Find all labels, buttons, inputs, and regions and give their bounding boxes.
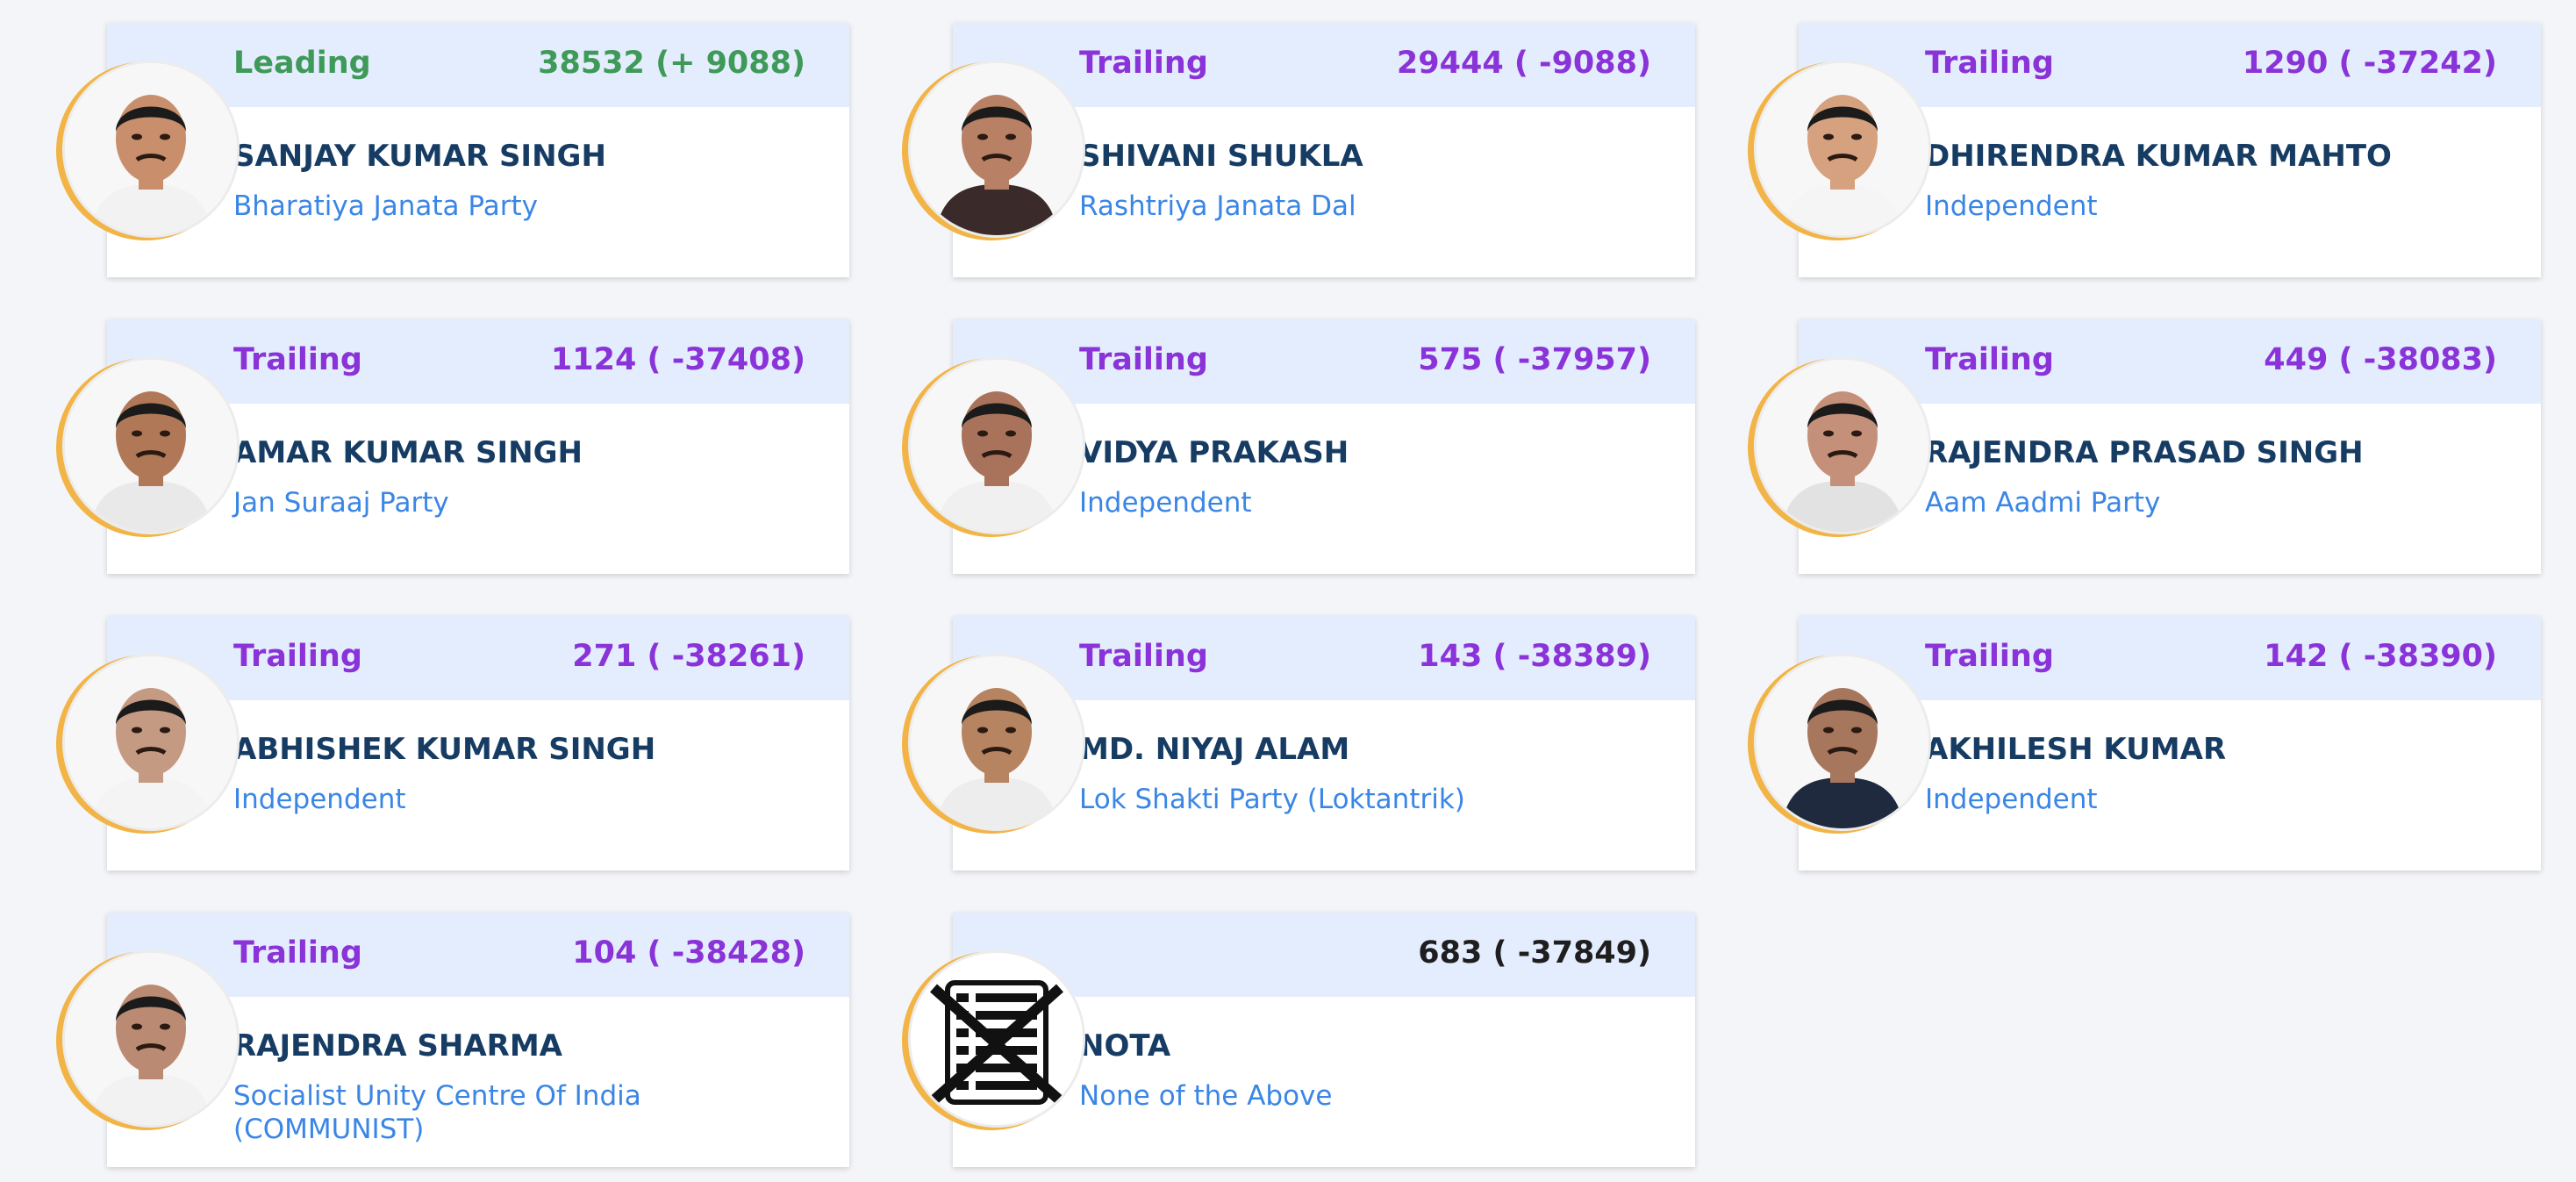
avatar xyxy=(56,358,240,542)
vote-count: 575 ( -37957) xyxy=(1418,342,1651,377)
status-label: Trailing xyxy=(233,935,362,971)
vote-count: 142 ( -38390) xyxy=(2264,639,2497,674)
avatar xyxy=(56,951,240,1135)
vote-count: 1290 ( -37242) xyxy=(2242,46,2497,81)
candidate-photo xyxy=(65,360,237,532)
party-name: None of the Above xyxy=(1079,1080,1333,1112)
vote-count: 1124 ( -37408) xyxy=(550,342,805,377)
candidate-photo xyxy=(1757,63,1928,235)
candidate-results-grid: Leading 38532 (+ 9088) SANJAY KUMAR SINGH B… xyxy=(0,0,2576,1182)
candidate-name: NOTA xyxy=(1079,1028,1171,1064)
candidate-photo xyxy=(65,656,237,828)
vote-count: 271 ( -38261) xyxy=(572,639,805,674)
candidate-card[interactable]: Leading 38532 (+ 9088) SANJAY KUMAR SINGH B… xyxy=(28,23,849,277)
candidate-photo xyxy=(65,953,237,1125)
vote-count: 104 ( -38428) xyxy=(572,935,805,971)
candidate-photo xyxy=(1757,360,1928,532)
avatar xyxy=(1748,358,1932,542)
vote-count: 449 ( -38083) xyxy=(2264,342,2497,377)
vote-count: 683 ( -37849) xyxy=(1418,935,1651,971)
candidate-card[interactable]: Trailing 104 ( -38428) RAJENDRA SHARMA Soci… xyxy=(28,913,849,1167)
candidate-name: AKHILESH KUMAR xyxy=(1925,732,2227,767)
avatar xyxy=(902,655,1086,839)
party-name: Bharatiya Janata Party xyxy=(233,190,538,222)
avatar xyxy=(1748,655,1932,839)
candidate-name: DHIRENDRA KUMAR MAHTO xyxy=(1925,139,2392,174)
status-label: Trailing xyxy=(1925,46,2054,81)
candidate-card[interactable]: Trailing 271 ( -38261) ABHISHEK KUMAR SING… xyxy=(28,616,849,870)
party-name: Socialist Unity Centre Of India (COMMUNI… xyxy=(233,1080,641,1145)
candidate-card[interactable]: Trailing 449 ( -38083) RAJENDRA PRASAD SIN… xyxy=(1720,319,2541,574)
party-name: Lok Shakti Party (Loktantrik) xyxy=(1079,784,1465,815)
candidate-name: RAJENDRA PRASAD SINGH xyxy=(1925,435,2364,470)
status-label: Trailing xyxy=(233,342,362,377)
avatar xyxy=(1748,61,1932,246)
candidate-card[interactable]: Trailing 29444 ( -9088) SHIVANI SHUKLA Rash… xyxy=(874,23,1695,277)
vote-count: 29444 ( -9088) xyxy=(1396,46,1651,81)
candidate-name: SANJAY KUMAR SINGH xyxy=(233,139,606,174)
status-label: Leading xyxy=(233,46,371,81)
candidate-photo xyxy=(65,63,237,235)
avatar xyxy=(56,61,240,246)
party-name: Jan Suraaj Party xyxy=(233,487,449,519)
candidate-card[interactable]: Trailing 142 ( -38390) AKHILESH KUMAR Indep… xyxy=(1720,616,2541,870)
candidate-name: MD. NIYAJ ALAM xyxy=(1079,732,1350,767)
candidate-card[interactable]: Trailing 1124 ( -37408) AMAR KUMAR SINGH Ja… xyxy=(28,319,849,574)
candidate-name: SHIVANI SHUKLA xyxy=(1079,139,1363,174)
status-label: Trailing xyxy=(1079,639,1208,674)
avatar xyxy=(56,655,240,839)
avatar xyxy=(902,358,1086,542)
candidate-photo xyxy=(1757,656,1928,828)
party-name: Aam Aadmi Party xyxy=(1925,487,2161,519)
party-name: Rashtriya Janata Dal xyxy=(1079,190,1356,222)
candidate-card[interactable]: Trailing 575 ( -37957) VIDYA PRAKASH Indepe… xyxy=(874,319,1695,574)
avatar xyxy=(902,951,1086,1135)
candidate-name: AMAR KUMAR SINGH xyxy=(233,435,583,470)
candidate-card[interactable]: 683 ( -37849) NOTA None of the Above xyxy=(874,913,1695,1167)
candidate-name: RAJENDRA SHARMA xyxy=(233,1028,562,1064)
party-name: Independent xyxy=(1925,190,2098,222)
vote-count: 143 ( -38389) xyxy=(1418,639,1651,674)
candidate-card[interactable]: Trailing 1290 ( -37242) DHIRENDRA KUMAR MA… xyxy=(1720,23,2541,277)
status-label: Trailing xyxy=(233,639,362,674)
vote-count: 38532 (+ 9088) xyxy=(538,46,805,81)
candidate-photo xyxy=(911,360,1083,532)
candidate-photo xyxy=(911,656,1083,828)
candidate-card[interactable]: Trailing 143 ( -38389) MD. NIYAJ ALAM Lok S… xyxy=(874,616,1695,870)
candidate-name: ABHISHEK KUMAR SINGH xyxy=(233,732,656,767)
candidate-name: VIDYA PRAKASH xyxy=(1079,435,1349,470)
party-name: Independent xyxy=(1079,487,1252,519)
status-label: Trailing xyxy=(1079,342,1208,377)
party-name: Independent xyxy=(1925,784,2098,815)
nota-symbol-icon xyxy=(911,953,1083,1125)
party-name: Independent xyxy=(233,784,406,815)
avatar xyxy=(902,61,1086,246)
status-label: Trailing xyxy=(1925,639,2054,674)
status-label: Trailing xyxy=(1079,46,1208,81)
status-label: Trailing xyxy=(1925,342,2054,377)
candidate-photo xyxy=(911,63,1083,235)
